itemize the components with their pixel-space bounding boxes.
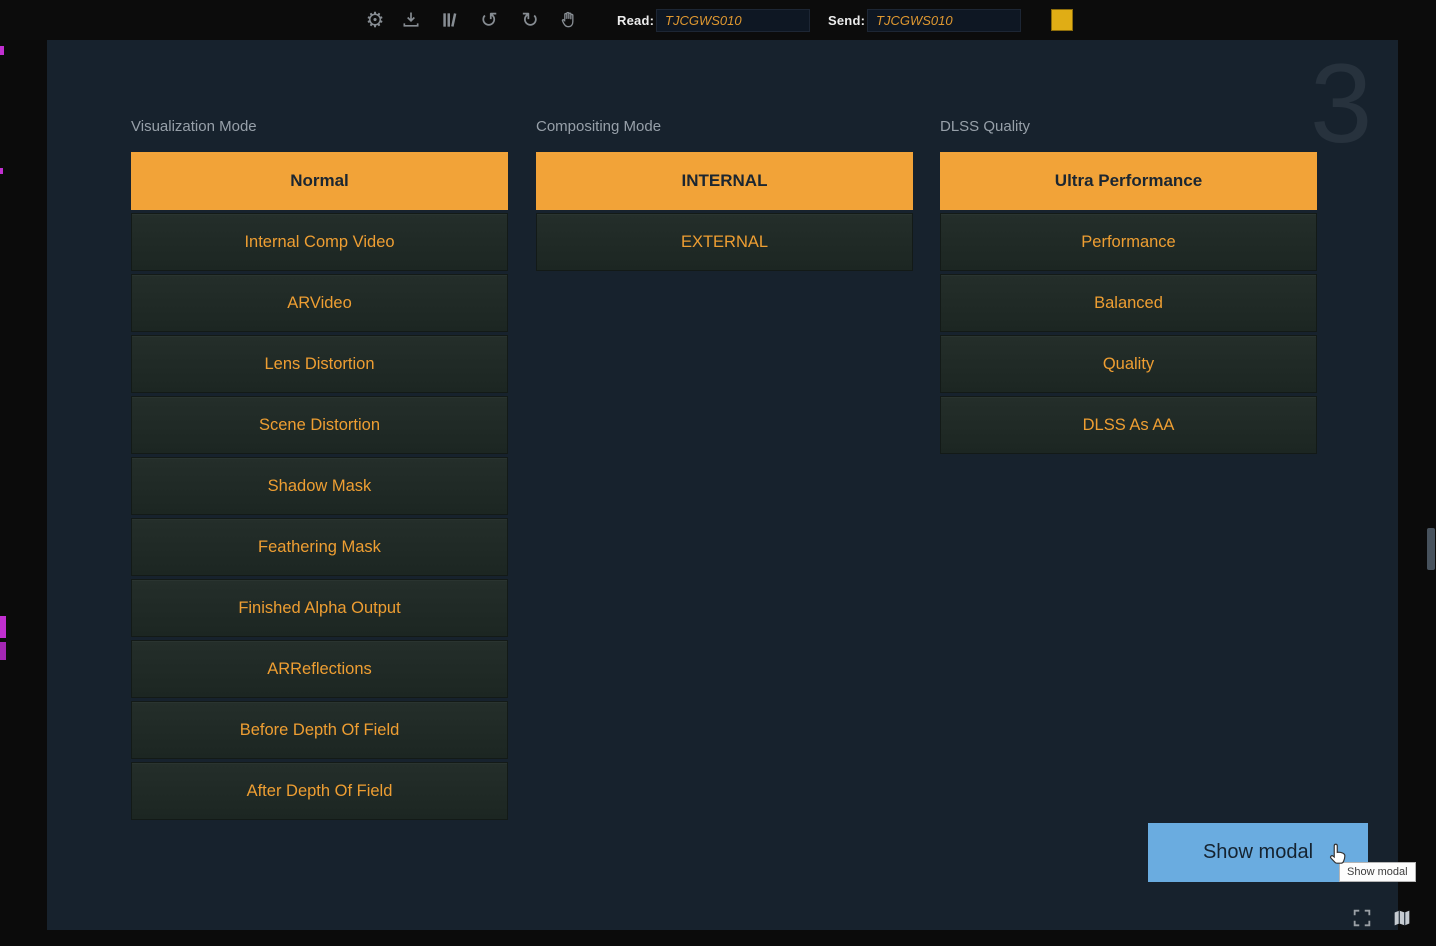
library-icon[interactable] — [437, 0, 463, 40]
history-undo-icon[interactable]: ↺ — [476, 0, 502, 40]
viz-finished-alpha-output-button[interactable]: Finished Alpha Output — [131, 579, 508, 637]
viz-internal-comp-video-button[interactable]: Internal Comp Video — [131, 213, 508, 271]
edge-artifact — [0, 642, 6, 660]
viz-shadow-mask-button[interactable]: Shadow Mask — [131, 457, 508, 515]
dlss-balanced-button[interactable]: Balanced — [940, 274, 1317, 332]
viz-arvideo-button[interactable]: ARVideo — [131, 274, 508, 332]
save-download-icon[interactable] — [398, 0, 424, 40]
fullscreen-expand-icon[interactable] — [1350, 906, 1374, 930]
comp-internal-button[interactable]: INTERNAL — [536, 152, 913, 210]
visualization-mode-column: Visualization Mode Normal Internal Comp … — [131, 118, 508, 823]
dlss-quality-label: DLSS Quality — [940, 118, 1317, 136]
status-swatch — [1051, 9, 1073, 31]
edge-artifact — [0, 168, 3, 174]
dlss-quality-button[interactable]: Quality — [940, 335, 1317, 393]
viz-lens-distortion-button[interactable]: Lens Distortion — [131, 335, 508, 393]
viz-normal-button[interactable]: Normal — [131, 152, 508, 210]
right-scrollbar-thumb[interactable] — [1427, 528, 1435, 570]
send-label: Send: — [828, 0, 865, 40]
viz-arreflections-button[interactable]: ARReflections — [131, 640, 508, 698]
topbar: ⚙ ↺ ↻ Read: Send: — [0, 0, 1436, 40]
map-icon[interactable] — [1390, 906, 1414, 930]
edge-artifact — [0, 46, 4, 55]
page-number-watermark: 3 — [1310, 48, 1372, 160]
dlss-as-aa-button[interactable]: DLSS As AA — [940, 396, 1317, 454]
comp-external-button[interactable]: EXTERNAL — [536, 213, 913, 271]
refresh-icon[interactable]: ↻ — [517, 0, 543, 40]
compositing-mode-label: Compositing Mode — [536, 118, 913, 136]
compositing-mode-column: Compositing Mode INTERNAL EXTERNAL — [536, 118, 913, 274]
dlss-ultra-performance-button[interactable]: Ultra Performance — [940, 152, 1317, 210]
dlss-performance-button[interactable]: Performance — [940, 213, 1317, 271]
read-label: Read: — [617, 0, 654, 40]
pan-hand-icon[interactable] — [556, 0, 582, 40]
read-input[interactable] — [656, 9, 810, 32]
visualization-mode-label: Visualization Mode — [131, 118, 508, 136]
viz-feathering-mask-button[interactable]: Feathering Mask — [131, 518, 508, 576]
dlss-quality-column: DLSS Quality Ultra Performance Performan… — [940, 118, 1317, 457]
settings-gear-icon[interactable]: ⚙ — [362, 0, 388, 40]
hand-cursor-icon — [1326, 841, 1352, 872]
viz-after-depth-of-field-button[interactable]: After Depth Of Field — [131, 762, 508, 820]
edge-artifact — [0, 616, 6, 638]
send-input[interactable] — [867, 9, 1021, 32]
viz-before-depth-of-field-button[interactable]: Before Depth Of Field — [131, 701, 508, 759]
viz-scene-distortion-button[interactable]: Scene Distortion — [131, 396, 508, 454]
